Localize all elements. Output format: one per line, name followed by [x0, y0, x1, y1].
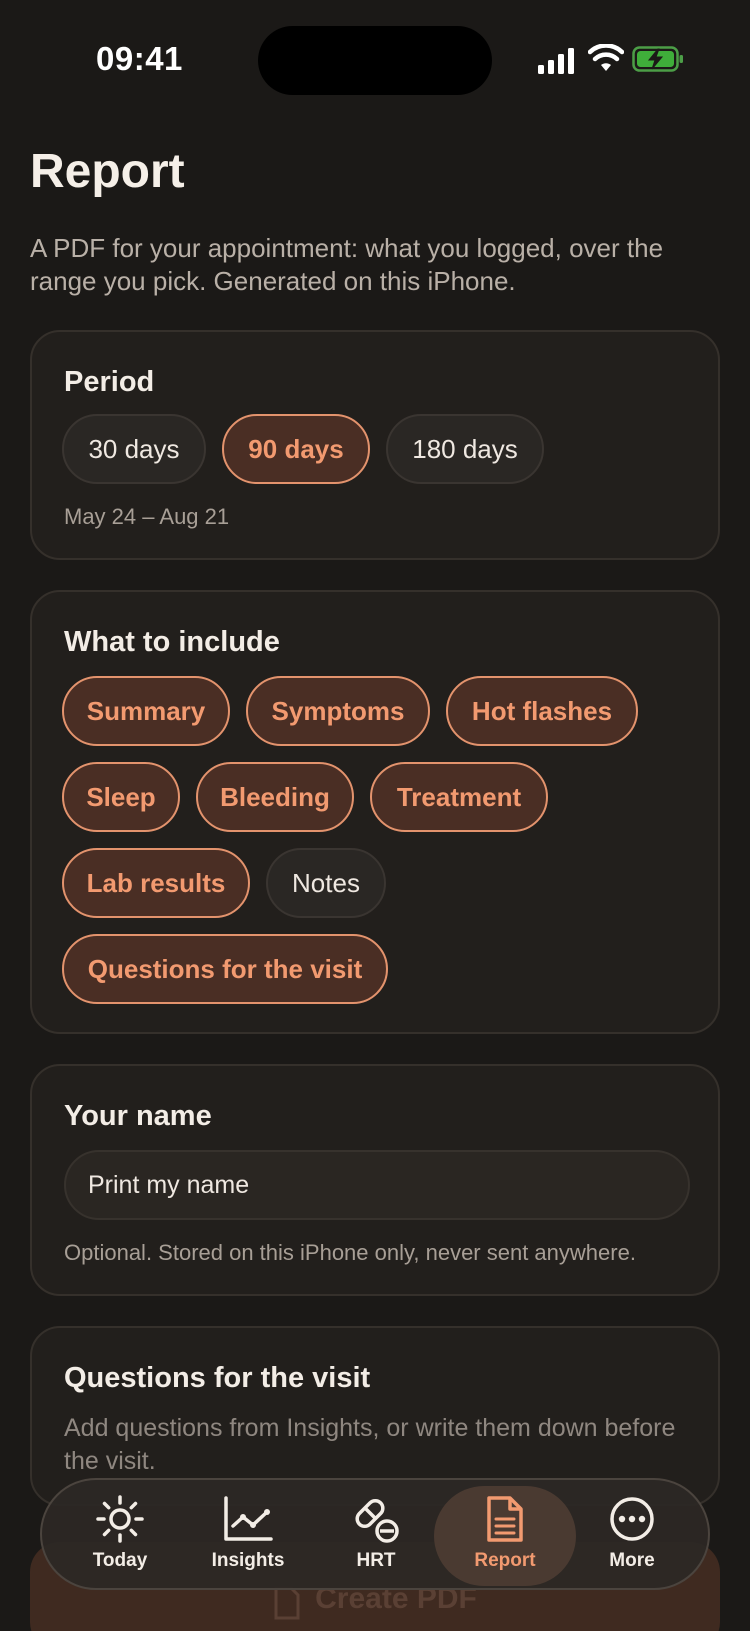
include-chip-lab-results[interactable]: Lab results — [62, 848, 250, 918]
period-option-90-days[interactable]: 90 days — [222, 414, 370, 484]
wifi-icon — [588, 44, 624, 71]
page-subtitle: A PDF for your appointment: what you log… — [30, 233, 664, 296]
include-chip-treatment[interactable]: Treatment — [370, 762, 548, 832]
document-icon — [480, 1494, 530, 1544]
battery-charging-icon — [632, 46, 683, 72]
sun-icon — [95, 1494, 145, 1544]
questions-title: Questions for the visit — [64, 1362, 371, 1394]
period-card: Period 30 days 90 days 180 days May 24 –… — [30, 330, 720, 560]
pill-icon — [351, 1494, 401, 1544]
include-chip-notes[interactable]: Notes — [266, 848, 386, 918]
status-bar: 09:41 — [0, 0, 750, 124]
cellular-signal-icon — [538, 48, 574, 74]
ellipsis-icon — [607, 1494, 657, 1544]
tab-today[interactable]: Today — [56, 1486, 184, 1586]
tab-insights-label: Insights — [211, 1550, 285, 1571]
tab-today-label: Today — [92, 1550, 148, 1571]
tab-more-label: More — [609, 1550, 655, 1571]
period-option-30-days[interactable]: 30 days — [62, 414, 206, 484]
tab-report[interactable]: Report — [434, 1486, 576, 1586]
dynamic-island — [258, 26, 492, 95]
include-chip-questions[interactable]: Questions for the visit — [62, 934, 388, 1004]
page-title: Report — [30, 145, 185, 198]
name-card: Your name Print my name Optional. Stored… — [30, 1064, 720, 1296]
include-chip-bleeding[interactable]: Bleeding — [196, 762, 354, 832]
tab-insights[interactable]: Insights — [184, 1486, 312, 1586]
include-chip-summary[interactable]: Summary — [62, 676, 230, 746]
tab-bar: Today Insights HRT Report More — [40, 1478, 710, 1590]
period-option-180-days[interactable]: 180 days — [386, 414, 544, 484]
questions-description: Add questions from Insights, or write th… — [64, 1414, 676, 1475]
name-privacy-note: Optional. Stored on this iPhone only, ne… — [64, 1240, 636, 1265]
period-title: Period — [64, 366, 155, 398]
include-title: What to include — [64, 626, 280, 658]
name-input[interactable]: Print my name — [64, 1150, 690, 1220]
include-chip-symptoms[interactable]: Symptoms — [246, 676, 430, 746]
tab-more[interactable]: More — [568, 1486, 696, 1586]
document-icon — [274, 1586, 300, 1620]
period-date-range: May 24 – Aug 21 — [64, 504, 230, 529]
include-chip-sleep[interactable]: Sleep — [62, 762, 180, 832]
chart-icon — [223, 1494, 273, 1544]
include-card: What to include Summary Symptoms Hot fla… — [30, 590, 720, 1034]
tab-hrt-label: HRT — [356, 1550, 396, 1571]
include-chip-hot-flashes[interactable]: Hot flashes — [446, 676, 638, 746]
tab-hrt[interactable]: HRT — [312, 1486, 440, 1586]
tab-report-label: Report — [474, 1550, 536, 1571]
report-screen: 09:41 Report A PDF for your appointment:… — [0, 0, 750, 1631]
status-time: 09:41 — [96, 40, 183, 77]
name-title: Your name — [64, 1100, 212, 1132]
